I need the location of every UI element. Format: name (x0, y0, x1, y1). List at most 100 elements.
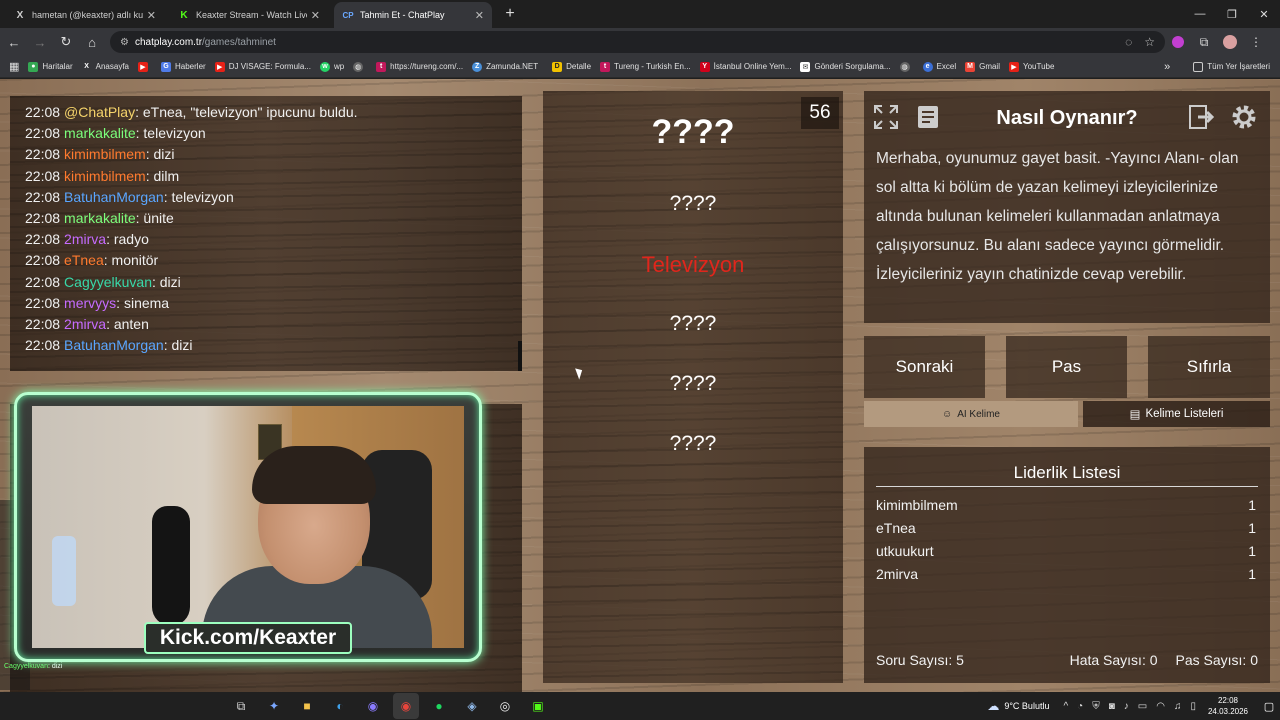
next-button[interactable]: Sonraki (864, 336, 985, 398)
close-icon[interactable]: ✕ (475, 9, 484, 22)
reload-icon[interactable]: ↻ (54, 30, 78, 54)
chat-username[interactable]: Cagyyelkuvan (64, 274, 152, 290)
copilot-icon[interactable]: ✦ (261, 693, 287, 719)
more-bookmarks-icon[interactable]: » (1164, 61, 1170, 73)
notification-icon[interactable]: ▢ (1258, 700, 1280, 713)
eye-off-icon[interactable]: ◌ (1125, 35, 1132, 49)
tab-chatplay[interactable]: CP Tahmin Et - ChatPlay ✕ (334, 2, 492, 28)
forward-icon[interactable]: → (28, 30, 52, 54)
discord-icon[interactable]: ◉ (360, 693, 386, 719)
chat-text: televizyon (143, 125, 206, 142)
tab-ai-word[interactable]: ☺ AI Kelime (864, 401, 1078, 427)
tab-word-lists[interactable]: ▤ Kelime Listeleri (1083, 401, 1270, 427)
weather-widget[interactable]: ☁ 9°C Bulutlu (987, 699, 1049, 713)
bookmark-news[interactable]: G Haberler (161, 61, 206, 72)
bookmark-maps[interactable]: ● Haritalar (28, 61, 73, 72)
chat-username[interactable]: kimimbilmem (64, 168, 146, 184)
close-icon[interactable]: ✕ (311, 9, 320, 22)
kick-logo-icon: K (180, 9, 188, 21)
close-window-icon[interactable]: ✕ (1248, 0, 1280, 28)
tab-kick[interactable]: K Keaxter Stream - Watch Live on ✕ (170, 2, 328, 28)
tab-label: AI Kelime (957, 408, 1000, 420)
chevron-up-icon[interactable]: ^ (1063, 701, 1068, 712)
x-logo-icon: X (16, 9, 24, 21)
bookmark-star-icon[interactable]: ☆ (1144, 35, 1155, 49)
edge-icon[interactable]: ◐ (327, 693, 353, 719)
profile-avatar[interactable] (1217, 30, 1243, 54)
bookmark-gmail[interactable]: M Gmail (965, 61, 1000, 72)
clock-date: 24.03.2026 (1207, 707, 1248, 716)
bookmark-youtube[interactable]: ▶ YouTube (1008, 61, 1054, 72)
extensions-puzzle-icon[interactable]: ⧉ (1191, 30, 1217, 54)
chat-username[interactable]: mervyys (64, 295, 116, 311)
spotify-icon[interactable]: ● (426, 693, 452, 719)
detalle-icon: D (552, 61, 563, 72)
chat-username[interactable]: 2mirva (64, 316, 106, 332)
task-view-icon[interactable]: ⧉ (228, 693, 254, 719)
url-host: chatplay.com.tr (134, 36, 203, 48)
steam-icon[interactable]: ◈ (459, 693, 485, 719)
security-icon[interactable]: ⛨ (1092, 701, 1100, 712)
bookmark-tureng-url[interactable]: t https://tureng.com/... (376, 61, 463, 72)
kick-icon[interactable]: ▣ (525, 693, 551, 719)
display-icon[interactable]: ▭ (1138, 701, 1147, 712)
wifi-icon[interactable]: ◠ (1156, 701, 1165, 712)
chat-username[interactable]: kimimbilmem (64, 146, 146, 162)
chrome-icon[interactable]: ◉ (393, 693, 419, 719)
chat-username[interactable]: @ChatPlay (64, 104, 135, 120)
bookmark-globe[interactable]: ◍ (353, 61, 367, 72)
all-bookmarks-folder[interactable]: Tüm Yer İşaretleri (1193, 61, 1270, 72)
separator: : (116, 294, 124, 311)
extension-icon[interactable] (1165, 30, 1191, 54)
chat-username[interactable]: markakalite (64, 125, 136, 141)
chat-username[interactable]: BatuhanMorgan (64, 337, 164, 353)
bookmark-gonderi[interactable]: ✉ Gönderi Sorgulama... (800, 61, 891, 72)
bookmark-detalle[interactable]: D Detalle (552, 61, 591, 72)
divider (876, 486, 1258, 487)
bookmark-x[interactable]: X Anasayfa (82, 62, 129, 72)
file-explorer-icon[interactable]: ■ (294, 693, 320, 719)
chat-username[interactable]: eTnea (64, 252, 104, 268)
bookmark-globe-2[interactable]: ◍ (899, 61, 914, 72)
camera-icon[interactable]: ◙ (1109, 701, 1115, 712)
chat-message: 22:08 mervyys: sinema (25, 293, 358, 314)
bookmark-zamunda[interactable]: Z Zamunda.NET (472, 61, 538, 72)
apps-grid-icon[interactable]: ▦ (9, 60, 19, 73)
reset-button[interactable]: Sıfırla (1148, 336, 1270, 398)
tab-x[interactable]: X hametan (@keaxter) adlı kullanıcı ✕ (6, 2, 164, 28)
bookmark-wp[interactable]: w wp (319, 61, 344, 72)
network-tray-icon[interactable]: ◔ (1077, 701, 1083, 712)
pass-count: Pas Sayısı: 0 (1175, 652, 1258, 668)
mic-icon[interactable]: ♪ (1124, 701, 1129, 712)
chat-scrollbar[interactable] (518, 341, 522, 371)
bookmark-youtube-red[interactable]: ▶ (138, 61, 152, 72)
pass-button[interactable]: Pas (1006, 336, 1127, 398)
chat-username[interactable]: markakalite (64, 210, 136, 226)
restore-icon[interactable]: ❐ (1216, 0, 1248, 28)
bookmark-excel[interactable]: e Excel (922, 61, 956, 72)
chat-username[interactable]: 2mirva (64, 231, 106, 247)
home-icon[interactable]: ⌂ (80, 30, 104, 54)
close-icon[interactable]: ✕ (147, 9, 156, 22)
bookmark-yemeksepeti[interactable]: Y İstanbul Online Yem... (699, 61, 791, 72)
battery-icon[interactable]: ▯ (1190, 701, 1196, 712)
new-tab-button[interactable]: + (498, 2, 522, 26)
minimize-icon[interactable]: — (1184, 0, 1216, 28)
bookmark-dj-visage[interactable]: ▶ DJ VISAGE: Formula... (214, 61, 311, 72)
menu-kebab-icon[interactable]: ⋮ (1243, 30, 1269, 54)
chat-username[interactable]: BatuhanMorgan (64, 189, 164, 205)
clock[interactable]: 22:08 24.03.2026 (1208, 695, 1248, 717)
obs-icon[interactable]: ◎ (492, 693, 518, 719)
gear-icon[interactable] (1228, 101, 1260, 133)
bookmark-tureng[interactable]: t Tureng - Turkish En... (600, 61, 691, 72)
exit-icon[interactable] (1186, 101, 1218, 133)
back-icon[interactable]: ← (2, 30, 26, 54)
chat-timestamp: 22:08 (25, 146, 61, 163)
site-info-icon[interactable]: ⚙ (120, 37, 129, 48)
separator: : (106, 231, 114, 248)
volume-icon[interactable]: ♫ (1174, 701, 1182, 712)
url-input[interactable]: ⚙ chatplay.com.tr/games/tahminet ◌ ☆ (110, 31, 1165, 53)
tab-title: hametan (@keaxter) adlı kullanıcı (32, 10, 143, 20)
chat-text: dilm (153, 167, 180, 184)
chat-text: radyo (113, 231, 149, 248)
